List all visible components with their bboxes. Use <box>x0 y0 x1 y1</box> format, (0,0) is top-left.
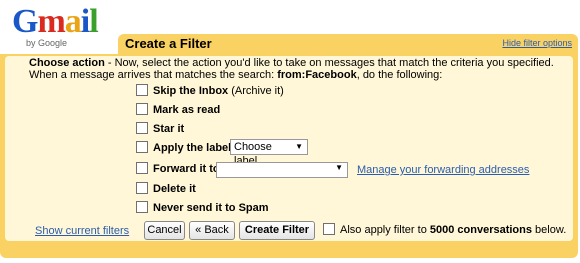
logo-letter: G <box>12 3 38 40</box>
logo-letter: a <box>64 3 82 40</box>
also-apply-checkbox[interactable] <box>323 223 335 236</box>
gmail-logo[interactable]: Gmail by Google <box>12 3 102 49</box>
forward-address-select[interactable]: ▼ <box>216 162 348 178</box>
option-forward[interactable]: Forward it to: <box>136 162 223 178</box>
mark-read-checkbox[interactable] <box>136 103 148 116</box>
dropdown-arrow-icon: ▼ <box>295 142 303 151</box>
forward-label: Forward it to: <box>153 163 224 175</box>
search-query: from:Facebook <box>277 69 357 81</box>
never-spam-label: Never send it to Spam <box>153 202 269 214</box>
logo-letter: i <box>80 3 91 40</box>
hide-filter-options-link[interactable]: Hide filter options <box>502 38 572 48</box>
page-title: Create a Filter <box>125 36 212 51</box>
option-skip-inbox[interactable]: Skip the Inbox (Archive it) <box>136 84 284 100</box>
option-delete[interactable]: Delete it <box>136 182 196 198</box>
option-star[interactable]: Star it <box>136 122 184 138</box>
skip-inbox-label: Skip the Inbox <box>153 85 229 97</box>
apply-label-checkbox[interactable] <box>136 141 148 154</box>
filter-header: Create a Filter Hide filter options <box>118 34 578 54</box>
option-mark-read[interactable]: Mark as read <box>136 103 220 119</box>
option-apply-label[interactable]: Apply the label: <box>136 141 235 157</box>
cancel-button[interactable]: Cancel <box>144 221 185 240</box>
also-apply-prefix: Also apply filter to <box>340 224 430 236</box>
apply-label-label: Apply the label: <box>153 142 235 154</box>
intro-text: Choose action - Now, select the action y… <box>29 57 554 81</box>
conversation-count: 5000 conversations <box>429 224 532 236</box>
never-spam-checkbox[interactable] <box>136 201 148 214</box>
intro-match-prefix: When a message arrives that matches the … <box>29 69 278 81</box>
option-never-spam[interactable]: Never send it to Spam <box>136 201 269 217</box>
skip-inbox-checkbox[interactable] <box>136 84 148 97</box>
intro-description: - Now, select the action you'd like to t… <box>104 57 554 69</box>
star-checkbox[interactable] <box>136 122 148 135</box>
intro-match-suffix: , do the following: <box>356 69 443 81</box>
delete-label: Delete it <box>153 183 196 195</box>
star-label: Star it <box>153 123 185 135</box>
skip-inbox-note: (Archive it) <box>231 85 284 97</box>
intro-line-2: When a message arrives that matches the … <box>29 69 554 81</box>
also-apply-option[interactable]: Also apply filter to 5000 conversations … <box>323 223 567 236</box>
create-filter-button[interactable]: Create Filter <box>239 221 315 240</box>
dropdown-arrow-icon: ▼ <box>335 163 343 172</box>
also-apply-suffix: below. <box>532 224 567 236</box>
by-google-label: by Google <box>26 38 68 48</box>
show-current-filters-link[interactable]: Show current filters <box>35 225 129 237</box>
logo-letter: m <box>37 3 65 40</box>
gmail-wordmark: Gmail <box>12 3 99 40</box>
forward-checkbox[interactable] <box>136 162 148 175</box>
label-select[interactable]: Choose label... ▼ <box>230 139 308 167</box>
intro-heading: Choose action <box>29 57 105 69</box>
manage-forwarding-link[interactable]: Manage your forwarding addresses <box>357 164 529 176</box>
intro-line-1: Choose action - Now, select the action y… <box>29 57 554 69</box>
delete-checkbox[interactable] <box>136 182 148 195</box>
logo-letter: l <box>89 3 99 40</box>
mark-read-label: Mark as read <box>153 104 221 116</box>
back-button[interactable]: « Back <box>189 221 235 240</box>
